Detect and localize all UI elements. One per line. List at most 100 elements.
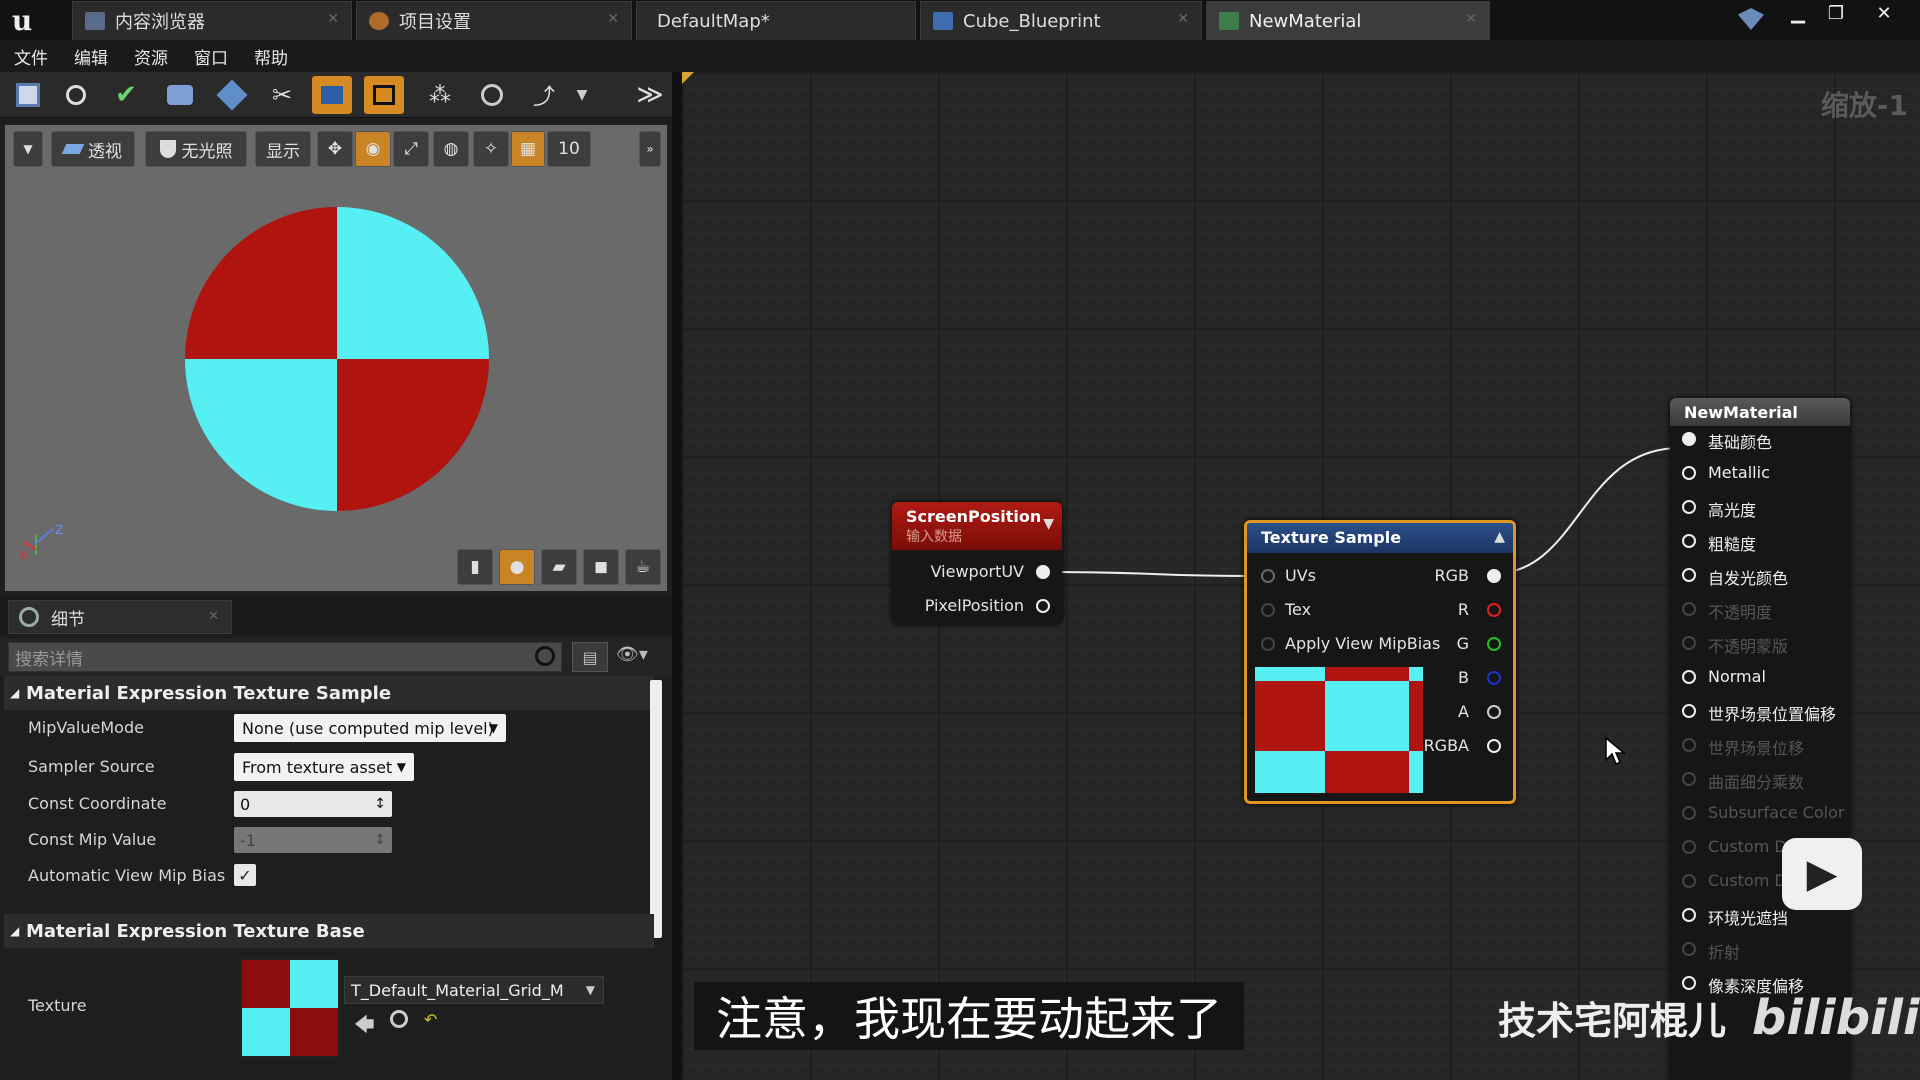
material-input-pin[interactable] — [1682, 908, 1696, 922]
material-input-pin[interactable] — [1682, 942, 1696, 956]
cylinder-preview-icon[interactable]: ▮ — [457, 549, 493, 585]
material-input-pin[interactable] — [1682, 704, 1696, 718]
perspective-button[interactable]: 透视 — [51, 131, 135, 167]
expand-toolbar-icon[interactable]: ≫ — [630, 76, 670, 114]
hide-unrelated-icon[interactable]: ⤴ — [524, 76, 564, 114]
plane-preview-icon[interactable]: ▰ — [541, 549, 577, 585]
apply-icon[interactable]: ✔ — [106, 76, 146, 114]
tab-project-settings[interactable]: 项目设置 ✕ — [356, 1, 632, 40]
pin-apply-view-mipbias[interactable] — [1261, 637, 1275, 651]
tab-content-browser[interactable]: 内容浏览器 ✕ — [72, 1, 352, 40]
menu-help[interactable]: 帮助 — [254, 44, 288, 69]
live-update-icon[interactable] — [472, 76, 512, 114]
minimize-icon[interactable]: ▁ — [1780, 0, 1816, 26]
world-local-icon[interactable]: ◍ — [433, 131, 469, 167]
use-selected-arrow-icon[interactable]: 🡄 — [354, 1010, 375, 1044]
material-input-pin[interactable] — [1682, 976, 1696, 990]
material-input-pin[interactable] — [1682, 602, 1696, 616]
mip-value-mode-dropdown[interactable]: None (use computed mip level) ▼ — [234, 714, 506, 742]
clean-up-icon[interactable]: ✂ — [262, 76, 302, 114]
automatic-view-mip-bias-checkbox[interactable]: ✓ — [234, 864, 256, 886]
video-play-icon[interactable]: ▶ — [1782, 838, 1862, 910]
const-coordinate-input[interactable]: 0 ↕ — [234, 791, 392, 817]
pin-pixelposition[interactable] — [1036, 599, 1050, 613]
chevron-down-icon[interactable]: ▼ — [572, 76, 592, 114]
pin-viewportuv[interactable] — [1036, 565, 1050, 579]
search-icon[interactable] — [160, 76, 200, 114]
section-texture-sample[interactable]: ◢ Material Expression Texture Sample — [4, 676, 654, 710]
pin-uvs[interactable] — [1261, 569, 1275, 583]
material-input-pin[interactable] — [1682, 466, 1696, 480]
close-icon[interactable]: ✕ — [1465, 11, 1477, 27]
viewport-menu-button[interactable]: ▼ — [13, 131, 43, 167]
restore-icon[interactable]: ❐ — [1818, 0, 1854, 26]
material-input-pin[interactable] — [1682, 500, 1696, 514]
viewport-more-icon[interactable]: » — [639, 131, 661, 167]
sampler-source-dropdown[interactable]: From texture asset ▼ — [234, 753, 414, 781]
show-button[interactable]: 显示 — [255, 131, 311, 167]
menu-window[interactable]: 窗口 — [194, 44, 228, 69]
details-scrollbar[interactable] — [650, 680, 662, 938]
grid-snap-icon[interactable]: ▦ — [511, 131, 545, 167]
pin-tex[interactable] — [1261, 603, 1275, 617]
home-icon[interactable] — [212, 76, 252, 114]
pin-r[interactable] — [1487, 603, 1501, 617]
feedback-icon[interactable] — [1738, 8, 1764, 30]
tab-new-material[interactable]: NewMaterial ✕ — [1206, 1, 1490, 40]
material-preview-viewport[interactable]: ▼ 透视 无光照 显示 ✥ ◉ ⤢ ◍ ✧ ▦ 10 » z x ▮ ● ▰ ◼… — [4, 124, 668, 592]
close-window-icon[interactable]: ✕ — [1866, 0, 1902, 26]
close-icon[interactable]: ✕ — [607, 11, 619, 27]
node-texture-sample[interactable]: Texture Sample ▲ UVs Tex Apply View MipB… — [1244, 520, 1516, 804]
pin-a[interactable] — [1487, 705, 1501, 719]
close-icon[interactable]: ✕ — [1177, 11, 1189, 27]
save-icon[interactable] — [8, 76, 48, 114]
tab-default-map[interactable]: DefaultMap* — [636, 1, 916, 40]
tab-details[interactable]: 细节 ✕ — [8, 600, 232, 634]
search-icon[interactable] — [535, 646, 555, 666]
sphere-preview-icon[interactable]: ● — [499, 549, 535, 585]
texture-asset-picker[interactable]: T_Default_Material_Grid_M ▼ — [344, 976, 604, 1004]
surface-snap-icon[interactable]: ✧ — [473, 131, 509, 167]
eye-icon[interactable]: 👁▾ — [616, 644, 666, 670]
collapse-arrow-icon[interactable]: ▲ — [1494, 529, 1505, 545]
menu-asset[interactable]: 资源 — [134, 44, 168, 69]
node-new-material[interactable]: NewMaterial 基础颜色 Metallic 高光度 粗糙度 自发光颜色 不透明度不… — [1670, 398, 1850, 1080]
teapot-preview-icon[interactable]: ☕ — [625, 549, 661, 585]
material-input-pin[interactable] — [1682, 840, 1696, 854]
section-texture-base[interactable]: ◢ Material Expression Texture Base — [4, 914, 654, 948]
rotate-icon[interactable]: ◉ — [355, 131, 391, 167]
grid-size-button[interactable]: 10 — [547, 131, 591, 167]
live-nodes-icon[interactable]: ⁂ — [420, 76, 460, 114]
reset-icon[interactable]: ↶ — [424, 1010, 437, 1029]
material-input-pin[interactable] — [1682, 874, 1696, 888]
material-input-pin[interactable] — [1682, 432, 1696, 446]
pin-b[interactable] — [1487, 671, 1501, 685]
pin-rgba[interactable] — [1487, 739, 1501, 753]
node-screen-position[interactable]: ScreenPosition 输入数据 ▼ ViewportUV PixelPo… — [892, 502, 1062, 624]
material-input-pin[interactable] — [1682, 636, 1696, 650]
unreal-logo-icon[interactable]: u — [4, 2, 40, 38]
material-input-pin[interactable] — [1682, 738, 1696, 752]
view-options-icon[interactable]: ▤ — [572, 642, 608, 672]
menu-file[interactable]: 文件 — [14, 44, 48, 69]
material-input-pin[interactable] — [1682, 806, 1696, 820]
texture-thumbnail[interactable] — [240, 958, 340, 1058]
collapse-arrow-icon[interactable]: ▼ — [1043, 516, 1054, 532]
lighting-button[interactable]: 无光照 — [145, 131, 247, 167]
material-input-pin[interactable] — [1682, 568, 1696, 582]
live-preview-icon[interactable] — [364, 76, 404, 114]
browse-icon[interactable] — [56, 76, 96, 114]
pin-g[interactable] — [1487, 637, 1501, 651]
browse-asset-icon[interactable] — [390, 1010, 408, 1028]
material-input-pin[interactable] — [1682, 534, 1696, 548]
tab-cube-blueprint[interactable]: Cube_Blueprint ✕ — [920, 1, 1202, 40]
connectors-icon[interactable] — [312, 76, 352, 114]
cube-preview-icon[interactable]: ◼ — [583, 549, 619, 585]
scale-icon[interactable]: ⤢ — [393, 131, 429, 167]
material-input-pin[interactable] — [1682, 670, 1696, 684]
search-details-input[interactable]: 搜索详情 — [8, 642, 562, 672]
close-icon[interactable]: ✕ — [327, 11, 339, 27]
pin-rgb[interactable] — [1487, 569, 1501, 583]
menu-edit[interactable]: 编辑 — [74, 44, 108, 69]
close-icon[interactable]: ✕ — [208, 609, 219, 624]
